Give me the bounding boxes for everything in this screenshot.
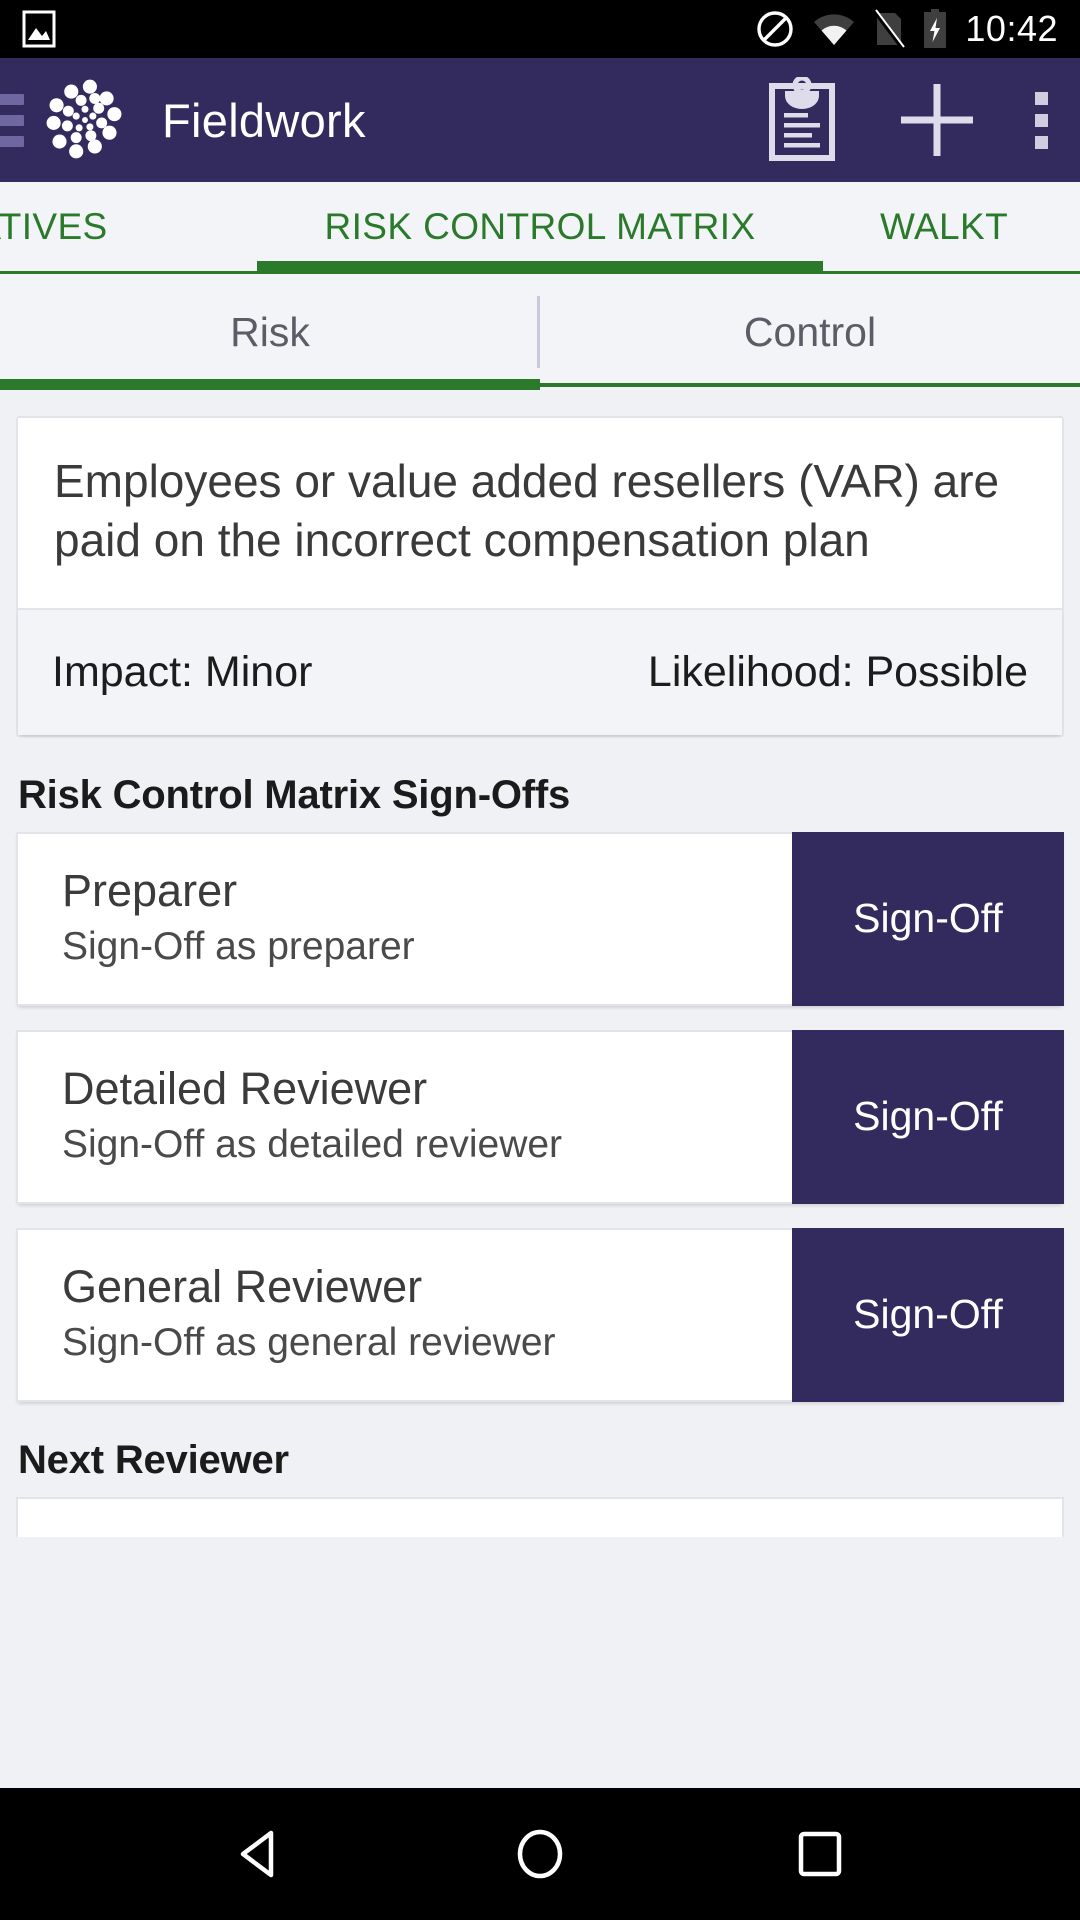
sub-tab-control[interactable]: Control [540,274,1080,390]
signoff-info-preparer: Preparer Sign-Off as preparer [16,831,792,1006]
risk-likelihood: Likelihood: Possible [647,647,1028,696]
sub-tab-control-label: Control [743,308,877,355]
table-row: Detailed Reviewer Sign-Off as detailed r… [16,1029,1064,1204]
wifi-icon [814,14,855,45]
sub-tab-risk[interactable]: Risk [0,274,540,390]
sub-tab-selected-indicator [0,379,540,390]
table-row: General Reviewer Sign-Off as general rev… [16,1227,1064,1402]
app-bar: Fieldwork [0,58,1080,228]
back-nav-icon[interactable] [195,1823,325,1885]
tab-walkthrough[interactable]: WALKT [880,182,1080,271]
signoff-subtitle: Sign-Off as general reviewer [62,1320,556,1364]
status-bar-clock: 10:42 [965,8,1058,49]
signoff-button-detailed-reviewer[interactable]: Sign-Off [792,1029,1064,1204]
home-nav-icon[interactable] [475,1823,605,1885]
tab-initiatives[interactable]: ATIVES [0,182,192,271]
table-row: Preparer Sign-Off as preparer Sign-Off [16,831,1064,1006]
fieldwork-logo-icon [46,79,122,159]
signoff-info-general-reviewer: General Reviewer Sign-Off as general rev… [16,1227,792,1402]
risk-meta-row: Impact: Minor Likelihood: Possible [18,607,1062,735]
sub-tab-baseline [540,383,1080,387]
next-reviewer-field[interactable] [16,1496,1064,1537]
scroll-content[interactable]: Employees or value added resellers (VAR)… [0,390,1080,1788]
signoff-subtitle: Sign-Off as detailed reviewer [62,1122,563,1166]
phone-screen: 10:42 Fieldwork TIVES RISK CONTROL MATRI… [0,0,1080,1920]
clipboard-icon[interactable] [765,77,839,163]
risk-description: Employees or value added resellers (VAR)… [54,455,1000,566]
signoffs-section-title: Risk Control Matrix Sign-Offs [18,772,571,817]
signoff-info-detailed-reviewer: Detailed Reviewer Sign-Off as detailed r… [16,1029,792,1204]
status-bar-right: 10:42 [755,8,1058,50]
add-icon[interactable] [895,78,979,162]
risk-impact: Impact: Minor [52,647,313,696]
hamburger-menu-icon[interactable] [0,93,24,147]
no-sim-icon [873,9,906,49]
status-bar: 10:42 [0,0,1080,58]
next-reviewer-section-title: Next Reviewer [18,1437,289,1482]
main-tab-strip[interactable]: ATIVES RISK CONTROL MATRIX WALKT [0,182,1080,274]
risk-card: Employees or value added resellers (VAR)… [16,416,1064,737]
signoff-button-preparer[interactable]: Sign-Off [792,831,1064,1006]
do-not-disturb-icon [757,11,794,47]
image-icon [22,10,56,48]
signoff-subtitle: Sign-Off as preparer [62,924,415,968]
signoff-title: Preparer [62,864,238,916]
battery-charging-icon [924,9,947,48]
recents-nav-icon[interactable] [755,1823,885,1885]
status-bar-left [22,10,56,48]
tab-risk-control-matrix[interactable]: RISK CONTROL MATRIX [255,182,825,271]
signoff-title: Detailed Reviewer [62,1062,428,1114]
overflow-menu-icon[interactable] [1035,91,1048,149]
signoff-title: General Reviewer [62,1260,423,1312]
overflow-dots [1035,91,1048,149]
app-title: Fieldwork [162,93,366,147]
sub-tab-bar[interactable]: Risk Control [0,274,1080,390]
signoff-button-general-reviewer[interactable]: Sign-Off [792,1227,1064,1402]
app-bar-actions [765,77,1062,163]
tab-selected-indicator [257,261,823,274]
sub-tab-risk-label: Risk [230,308,310,355]
system-navigation-bar [0,1788,1080,1920]
